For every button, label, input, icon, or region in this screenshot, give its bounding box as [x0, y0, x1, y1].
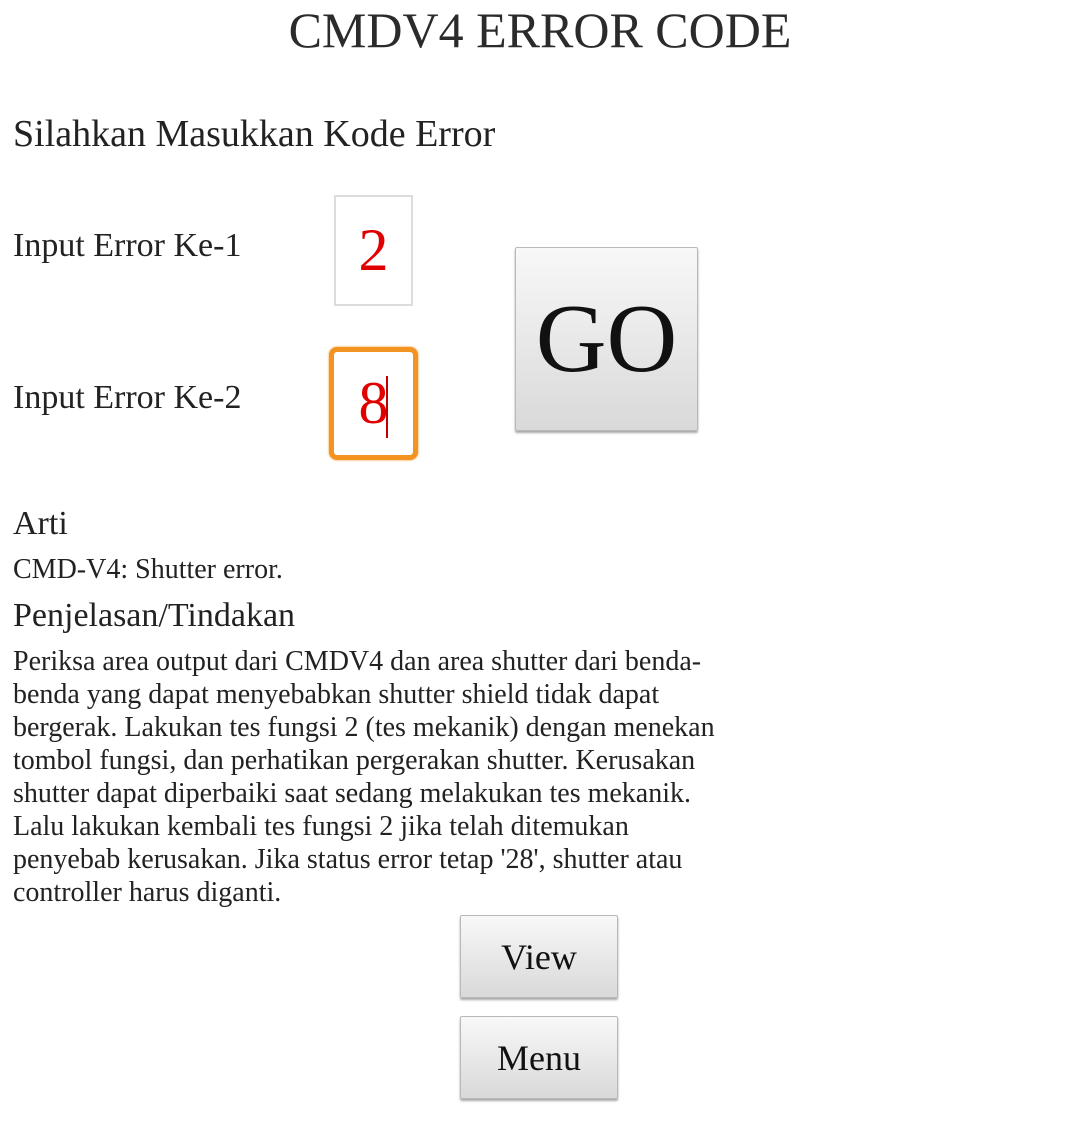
input-error-2-label: Input Error Ke-2 — [13, 379, 242, 416]
input-error-1-label: Input Error Ke-1 — [13, 227, 242, 264]
form-prompt: Silahkan Masukkan Kode Error — [13, 113, 496, 155]
menu-button[interactable]: Menu — [460, 1016, 618, 1099]
arti-heading: Arti — [13, 505, 68, 542]
text-caret — [386, 376, 388, 438]
arti-text: CMD-V4: Shutter error. — [13, 554, 283, 585]
go-button[interactable]: GO — [515, 247, 698, 431]
page-title: CMDV4 ERROR CODE — [288, 2, 792, 58]
input-error-1-field[interactable] — [334, 195, 413, 306]
input-error-2-field[interactable] — [329, 347, 418, 460]
view-button[interactable]: View — [460, 915, 618, 998]
penjelasan-heading: Penjelasan/Tindakan — [13, 597, 296, 634]
penjelasan-text: Periksa area output dari CMDV4 dan area … — [13, 646, 715, 908]
